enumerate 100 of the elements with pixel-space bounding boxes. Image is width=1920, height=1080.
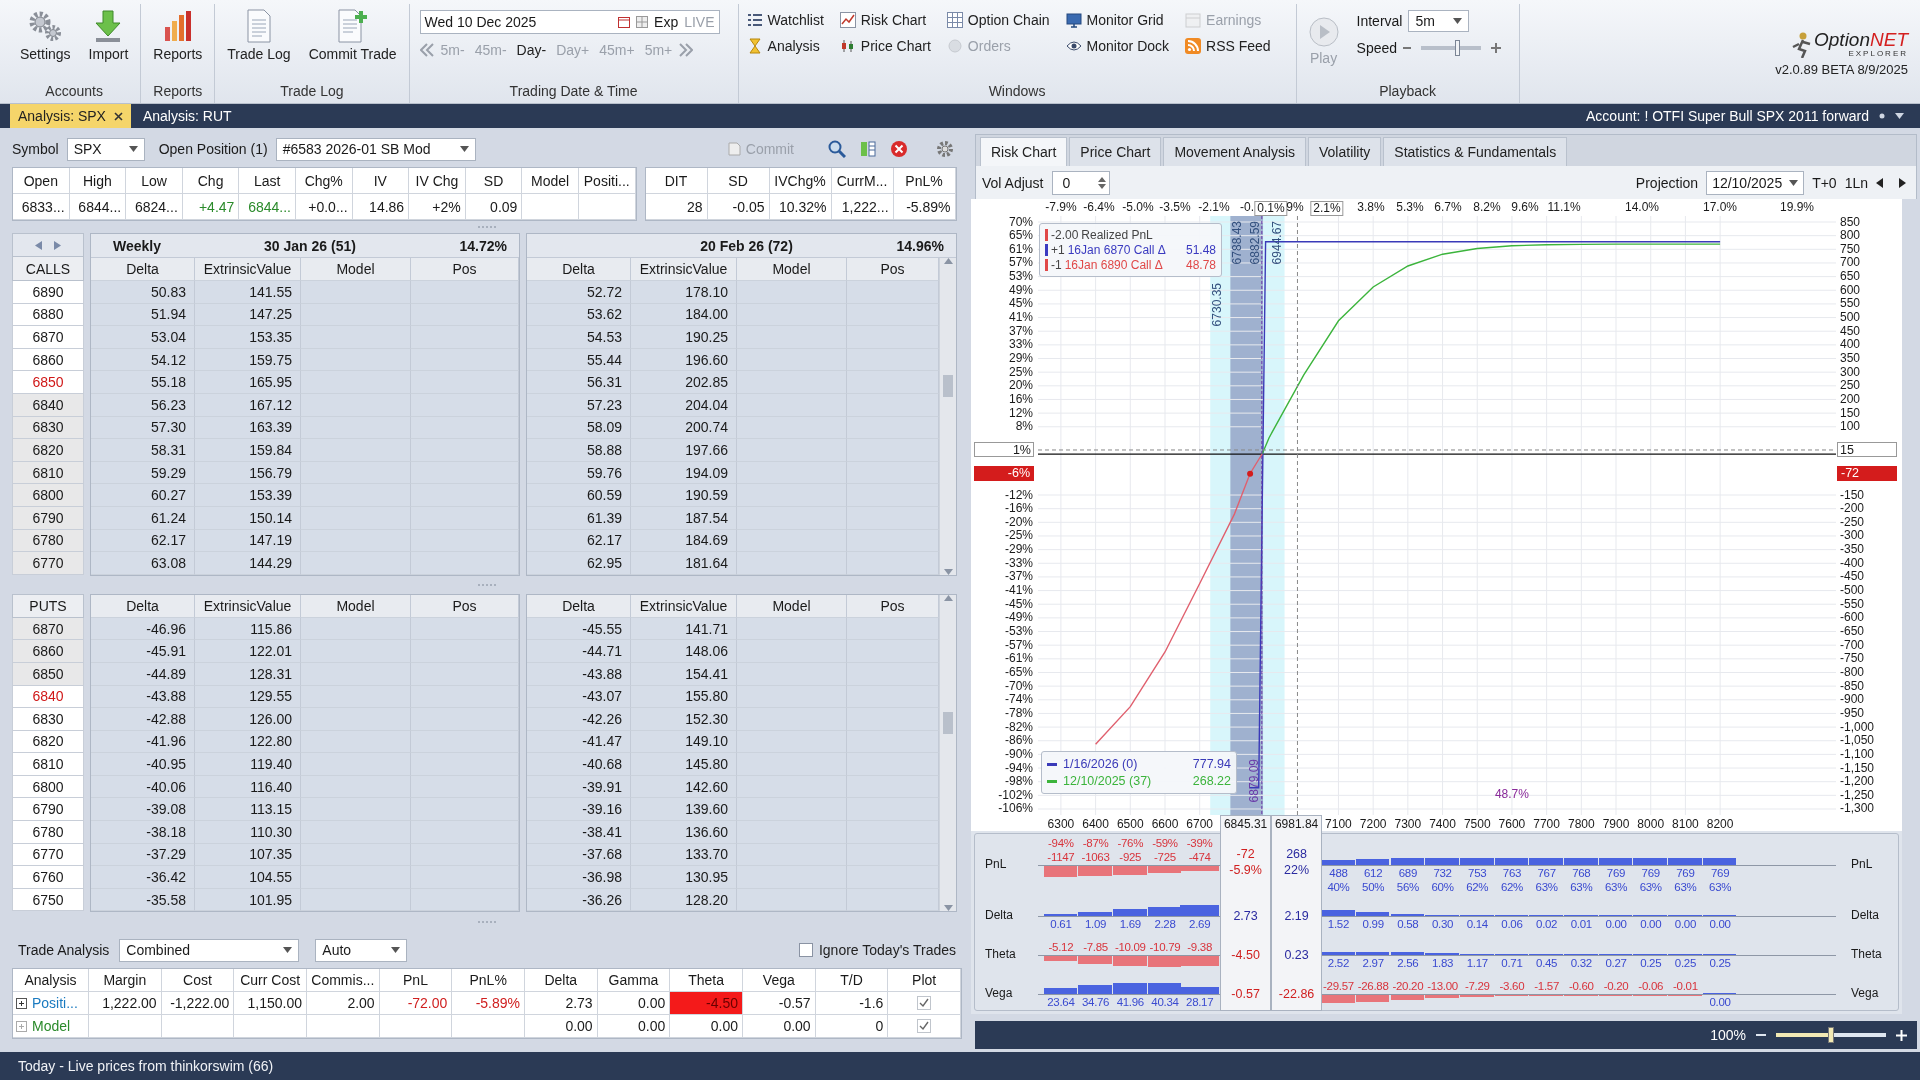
window-button[interactable]: Monitor Grid bbox=[1063, 10, 1172, 30]
interval-select[interactable]: 5m bbox=[1408, 10, 1469, 32]
version-label: v2.0.89 BETA 8/9/2025 bbox=[1775, 61, 1908, 77]
chart-tab[interactable]: Volatility bbox=[1308, 137, 1382, 166]
date-field[interactable]: Wed 10 Dec 2025 Exp LIVE bbox=[419, 10, 720, 34]
axis-label: 700 bbox=[1840, 256, 1861, 270]
scroll-thumb[interactable] bbox=[943, 711, 953, 734]
up-arrow-icon[interactable] bbox=[943, 258, 953, 264]
projection-date-select[interactable]: 12/10/2025 bbox=[1706, 170, 1805, 195]
greek-value: -0.01 bbox=[1672, 979, 1699, 993]
table-cell: 58.31 bbox=[91, 439, 195, 462]
disc-icon bbox=[946, 38, 963, 54]
window-button[interactable]: RSS Feed bbox=[1183, 36, 1273, 56]
right-arrow-icon[interactable] bbox=[1899, 177, 1906, 188]
left-arrow-icon[interactable] bbox=[1876, 177, 1883, 188]
table-cell: 184.69 bbox=[631, 529, 737, 553]
document-tab[interactable]: Analysis: RUT bbox=[134, 104, 240, 128]
slider-thumb[interactable] bbox=[1455, 40, 1461, 56]
zoom-thumb[interactable] bbox=[1828, 1027, 1834, 1043]
caret-icon[interactable] bbox=[1895, 113, 1904, 119]
axis-label: -16% bbox=[1004, 502, 1033, 516]
scroll-thumb[interactable] bbox=[943, 375, 953, 397]
ribbon-button[interactable]: Settings bbox=[14, 4, 77, 66]
axis-label: 53% bbox=[1007, 270, 1033, 284]
list-icon bbox=[746, 12, 763, 28]
symbol-select[interactable]: SPX bbox=[66, 137, 145, 161]
document-tab[interactable]: Analysis: SPX bbox=[10, 104, 131, 128]
ribbon-button[interactable]: Commit Trade bbox=[302, 4, 403, 66]
table-cell: -0.57 bbox=[743, 992, 816, 1016]
close-icon[interactable] bbox=[890, 140, 908, 158]
close-icon[interactable] bbox=[113, 111, 123, 121]
grip-icon[interactable] bbox=[477, 225, 497, 229]
grip-icon[interactable] bbox=[477, 920, 497, 925]
chart-tab[interactable]: Movement Analysis bbox=[1163, 137, 1306, 166]
zoom-in-icon[interactable] bbox=[1896, 1029, 1907, 1041]
table-cell: 1,222... bbox=[831, 194, 894, 220]
axis-label: 600 bbox=[1840, 283, 1861, 297]
settings-icon[interactable] bbox=[936, 140, 954, 158]
ribbon-button[interactable]: Import bbox=[82, 4, 135, 66]
strike-cell: 6860 bbox=[12, 348, 84, 372]
greek-value: 2.97 bbox=[1361, 956, 1385, 970]
expand-icon[interactable] bbox=[16, 997, 27, 1009]
ignore-trades-checkbox[interactable]: Ignore Today's Trades bbox=[792, 941, 962, 960]
ribbon-button[interactable]: Reports bbox=[147, 4, 209, 66]
analysis-name[interactable]: Model bbox=[32, 1018, 71, 1035]
mode-select[interactable]: Combined bbox=[119, 938, 300, 962]
previous-icon[interactable] bbox=[419, 43, 434, 57]
axis-label: -500 bbox=[1840, 584, 1865, 598]
plot-checkbox[interactable] bbox=[917, 1019, 932, 1034]
dot-icon[interactable] bbox=[1879, 113, 1885, 119]
window-button[interactable]: Risk Chart bbox=[837, 10, 933, 30]
axis-label: 6300 bbox=[1047, 818, 1075, 831]
strike-cell: 6830 bbox=[12, 416, 84, 440]
price-label: 6879.09 bbox=[1247, 759, 1261, 803]
analysis-name[interactable]: Positi... bbox=[32, 995, 78, 1012]
greek-value: 268 bbox=[1285, 847, 1308, 861]
ribbon-button[interactable]: Trade Log bbox=[221, 4, 297, 66]
axis-label: -82% bbox=[1004, 720, 1033, 734]
axis-label: 7300 bbox=[1394, 818, 1422, 831]
chart-tab[interactable]: Risk Chart bbox=[980, 137, 1068, 166]
down-arrow-icon[interactable] bbox=[943, 568, 953, 575]
greek-value: -13.00 bbox=[1426, 979, 1459, 993]
window-button[interactable]: Option Chain bbox=[944, 10, 1052, 30]
search-icon[interactable] bbox=[828, 140, 846, 158]
window-button[interactable]: Price Chart bbox=[837, 36, 933, 56]
table-cell: 113.15 bbox=[195, 798, 301, 822]
window-button[interactable]: Monitor Dock bbox=[1063, 36, 1172, 56]
table-cell: -45.55 bbox=[527, 617, 631, 641]
table-cell: -42.26 bbox=[527, 708, 631, 731]
check-icon bbox=[919, 1021, 930, 1032]
window-button[interactable]: Analysis bbox=[744, 36, 826, 56]
axis-label: -41% bbox=[1004, 584, 1033, 598]
calc-select[interactable]: Auto bbox=[315, 938, 408, 962]
column-header: Pos bbox=[411, 258, 519, 281]
grip-icon[interactable] bbox=[477, 582, 497, 587]
scrollbar[interactable] bbox=[939, 594, 956, 912]
table-cell: -40.95 bbox=[91, 753, 195, 776]
row-label: Vega bbox=[1851, 986, 1879, 1000]
chart-tab[interactable]: Price Chart bbox=[1069, 137, 1162, 166]
position-select[interactable]: #6583 2026-01 SB Mod bbox=[275, 137, 476, 161]
caret-icon bbox=[459, 146, 469, 152]
step-button[interactable]: Day- bbox=[513, 40, 550, 60]
chart-tab[interactable]: Statistics & Fundamentals bbox=[1383, 137, 1568, 166]
monitor-icon bbox=[1065, 12, 1082, 28]
window-button[interactable]: Watchlist bbox=[744, 10, 826, 30]
columns-icon[interactable] bbox=[860, 141, 876, 157]
scrollbar[interactable] bbox=[939, 258, 956, 575]
plot-checkbox[interactable] bbox=[917, 996, 932, 1011]
axis-label: 7900 bbox=[1602, 818, 1630, 831]
greek-value: -925 bbox=[1118, 850, 1143, 864]
strike-cell: 6850 bbox=[12, 662, 84, 686]
down-arrow-icon[interactable] bbox=[943, 905, 953, 912]
table-cell: 163.39 bbox=[195, 416, 301, 440]
next-icon[interactable] bbox=[679, 43, 694, 57]
up-arrow-icon[interactable] bbox=[943, 594, 953, 601]
vol-adjust-spinner[interactable]: 0 bbox=[1051, 170, 1110, 195]
column-header: Cost bbox=[161, 969, 235, 993]
download-icon bbox=[93, 9, 124, 43]
calendar-icon bbox=[1185, 12, 1202, 28]
axis-label: -102% bbox=[997, 788, 1033, 802]
